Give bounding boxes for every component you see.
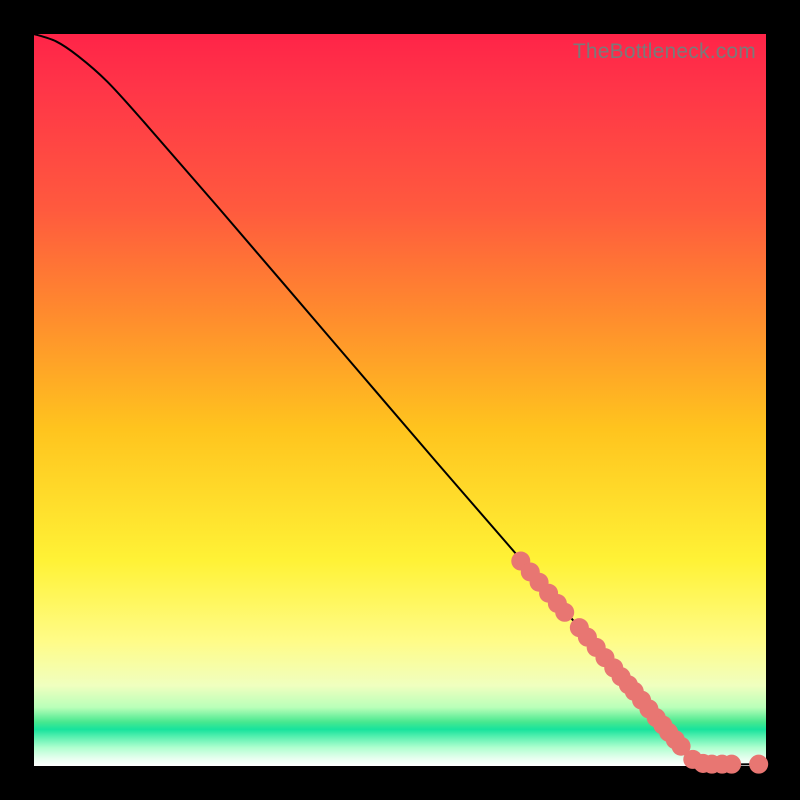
scatter-point [722,755,741,774]
chart-frame: TheBottleneck.com [0,0,800,800]
chart-overlay [34,34,766,766]
scatter-point [555,603,574,622]
plot-area: TheBottleneck.com [34,34,766,766]
curve-line [34,34,766,764]
scatter-markers [511,552,768,774]
scatter-point [749,755,768,774]
